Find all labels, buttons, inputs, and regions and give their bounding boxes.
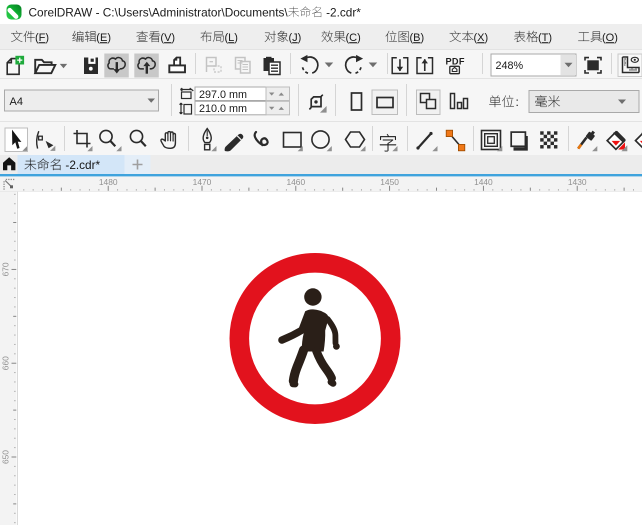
svg-text:248%: 248%: [496, 60, 524, 72]
svg-text:1480: 1480: [99, 177, 118, 187]
svg-text:1430: 1430: [568, 177, 587, 187]
svg-text:(V): (V): [160, 32, 175, 44]
svg-text:(X): (X): [474, 32, 489, 44]
svg-text:670: 670: [1, 262, 11, 276]
svg-text:297.0 mm: 297.0 mm: [199, 89, 247, 101]
svg-text:(F): (F): [35, 32, 49, 44]
svg-text:(L): (L): [225, 32, 238, 44]
svg-text:PDF: PDF: [446, 57, 465, 67]
svg-text:(T): (T): [538, 32, 552, 44]
svg-text:210.0 mm: 210.0 mm: [199, 103, 247, 115]
svg-text:(C): (C): [346, 32, 361, 44]
svg-text:1460: 1460: [286, 177, 305, 187]
svg-text:(B): (B): [410, 32, 425, 44]
svg-text:A4: A4: [10, 96, 23, 108]
svg-text:(O): (O): [602, 32, 618, 44]
svg-text:1440: 1440: [474, 177, 493, 187]
svg-text:1450: 1450: [380, 177, 399, 187]
svg-text:-2.cdr*: -2.cdr*: [65, 158, 100, 172]
svg-text:-2.cdr*: -2.cdr*: [326, 5, 361, 19]
svg-text:(J): (J): [289, 32, 302, 44]
svg-text:(E): (E): [96, 32, 111, 44]
svg-text:CorelDRAW - C:\Users\Administr: CorelDRAW - C:\Users\Administrator\Docum…: [29, 5, 289, 19]
svg-text:660: 660: [1, 356, 11, 370]
svg-text:650: 650: [1, 450, 11, 464]
svg-text:1470: 1470: [193, 177, 212, 187]
svg-text::: :: [516, 95, 519, 109]
